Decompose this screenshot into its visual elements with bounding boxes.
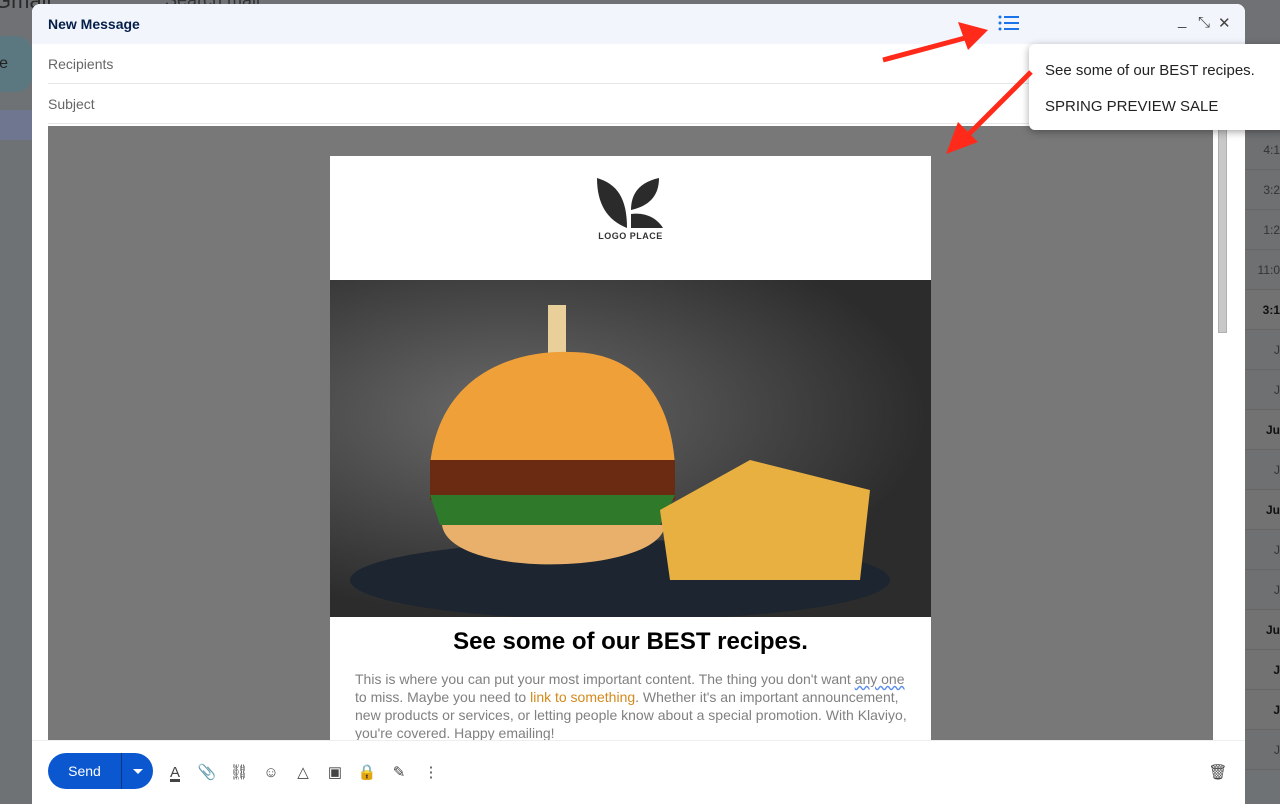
sidebar-item-inbox[interactable] [0, 110, 32, 140]
email-list-row-time: J [1245, 330, 1280, 370]
email-list-row-time: 4:1 [1245, 130, 1280, 170]
close-icon[interactable]: ✕ [1218, 14, 1231, 32]
email-list-row-time: 3:1 [1245, 290, 1280, 330]
emoji-icon[interactable]: ☺ [261, 763, 281, 783]
email-list-row-time: Ju [1245, 490, 1280, 530]
exit-fullscreen-icon[interactable]: ⤡ [1198, 14, 1210, 31]
outline-popup: See some of our BEST recipes. SPRING PRE… [1029, 44, 1280, 130]
email-list-row-time: J [1245, 690, 1280, 730]
schedule-send-dropdown[interactable] [121, 753, 153, 789]
email-list-row-time: J [1245, 730, 1280, 770]
signature-pen-icon[interactable]: ✎ [389, 763, 409, 783]
photo-icon[interactable]: ▣ [325, 763, 345, 783]
email-list-row-time: J [1245, 570, 1280, 610]
burger-hero-image [330, 280, 931, 617]
email-template: LOGO PLACE See some of our BEST recipes.… [330, 156, 931, 740]
list-outline-icon[interactable] [998, 14, 1020, 32]
formatting-icon[interactable]: A [165, 763, 185, 783]
scrollbar-thumb[interactable] [1218, 126, 1227, 333]
link-icon[interactable]: ⛓ [229, 763, 249, 783]
content-link[interactable]: link to something [530, 689, 635, 705]
send-button[interactable]: Send [48, 753, 121, 789]
email-list-row-time: J [1245, 530, 1280, 570]
misspelled-word: any one [854, 671, 905, 687]
email-list-row-time: J [1245, 650, 1280, 690]
email-list-row-time: 1:2 [1245, 210, 1280, 250]
drive-icon[interactable]: △ [293, 763, 313, 783]
compose-toolbar: Send A 📎 ⛓ ☺ △ ▣ 🔒 ✎ ⋮ 🗑 [32, 740, 1245, 804]
outline-item[interactable]: SPRING PREVIEW SALE [1045, 98, 1218, 115]
compose-header: New Message _ ⤡ ✕ [32, 4, 1245, 44]
minimize-icon[interactable]: _ [1178, 12, 1186, 29]
email-list-row-time: Ju [1245, 410, 1280, 450]
email-list-row-time: J [1245, 370, 1280, 410]
email-list-row-time: 11:0 [1245, 250, 1280, 290]
more-options-icon[interactable]: ⋮ [421, 763, 441, 783]
compose-button[interactable]: Compose [0, 36, 32, 92]
email-list-dimmed: 4:1 3:2 1:2 11:0 3:1 J J Ju J Ju J J Ju J J J [1245, 130, 1280, 770]
attach-icon[interactable]: 📎 [197, 763, 217, 783]
compose-title: New Message [48, 16, 140, 32]
confidential-lock-icon[interactable]: 🔒 [357, 763, 377, 783]
email-heading: See some of our BEST recipes. [453, 628, 808, 655]
email-list-row-time: Ju [1245, 610, 1280, 650]
email-list-row-time: 3:2 [1245, 170, 1280, 210]
logo-text: LOGO PLACE [598, 231, 663, 241]
discard-trash-icon[interactable]: 🗑 [1208, 763, 1228, 783]
email-paragraph: This is where you can put your most impo… [355, 671, 907, 740]
message-body[interactable]: LOGO PLACE See some of our BEST recipes.… [48, 126, 1213, 740]
email-list-row-time: J [1245, 450, 1280, 490]
outline-item[interactable]: See some of our BEST recipes. [1045, 62, 1255, 79]
